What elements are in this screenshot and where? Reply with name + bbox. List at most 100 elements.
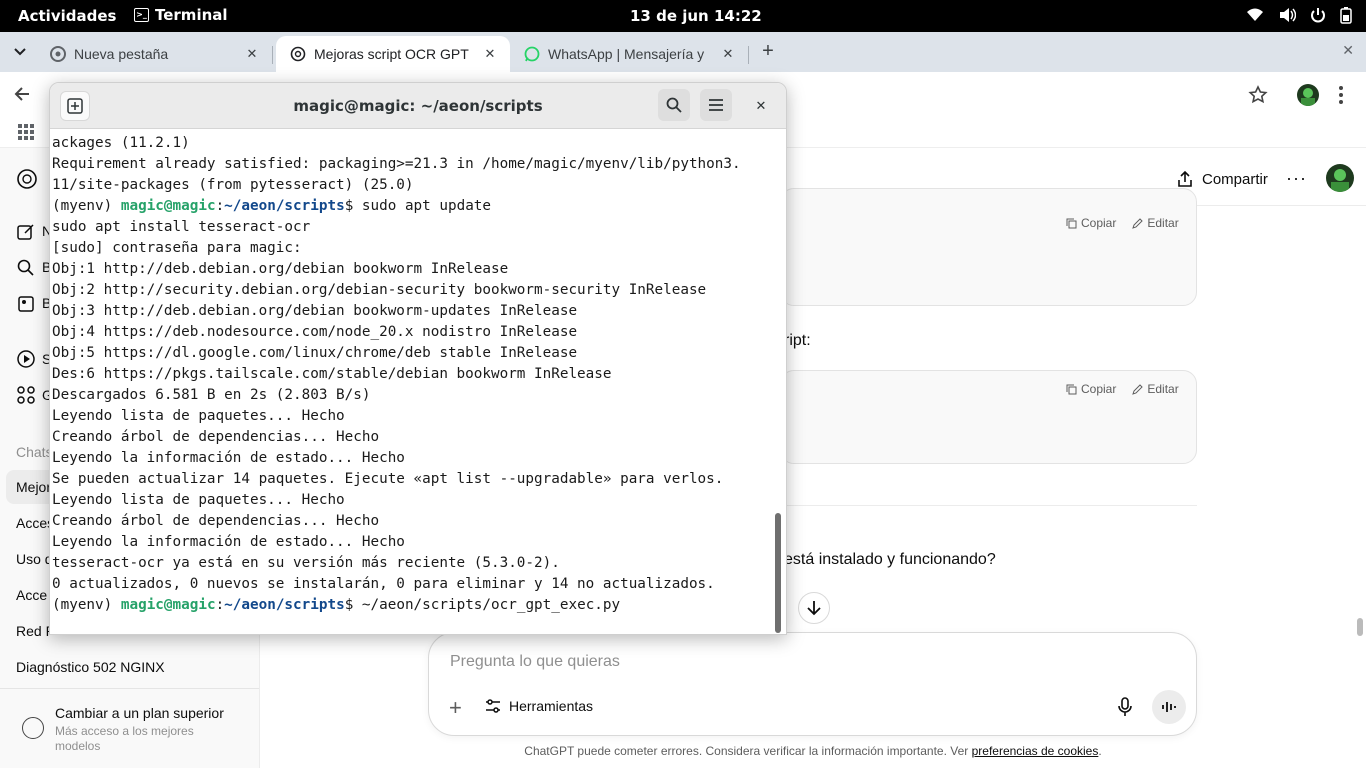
disclaimer-end: . bbox=[1098, 744, 1102, 758]
close-tab-icon[interactable]: ✕ bbox=[480, 46, 500, 62]
tools-button[interactable]: Herramientas bbox=[485, 698, 593, 714]
message-composer: Pregunta lo que quieras + Herramientas bbox=[428, 632, 1197, 736]
prompt-path: ~/aeon/scripts bbox=[224, 198, 345, 214]
page-scrollbar[interactable] bbox=[1357, 618, 1363, 636]
terminal-search-button[interactable] bbox=[658, 89, 690, 121]
app-name: Terminal bbox=[155, 6, 228, 24]
close-tab-icon[interactable]: ✕ bbox=[242, 46, 262, 62]
scroll-to-bottom-button[interactable] bbox=[798, 592, 830, 624]
terminal-line: ackages (11.2.1) bbox=[52, 135, 190, 151]
tab-whatsapp[interactable]: WhatsApp | Mensajería y ✕ bbox=[510, 36, 748, 72]
terminal-app-icon: >_ bbox=[134, 8, 149, 22]
prompt-cmd: $ ~/aeon/scripts/ocr_gpt_exec.py bbox=[344, 597, 621, 613]
terminal-menu-button[interactable] bbox=[700, 89, 732, 121]
code-block-actions: Copiar Editar bbox=[1066, 216, 1179, 230]
cookie-preferences-link[interactable]: preferencias de cookies bbox=[972, 744, 1099, 758]
new-chat-icon[interactable] bbox=[16, 222, 36, 242]
copy-button[interactable]: Copiar bbox=[1066, 382, 1116, 396]
activities-button[interactable]: Actividades bbox=[18, 7, 116, 25]
terminal-line: Obj:2 http://security.debian.org/debian-… bbox=[52, 282, 707, 298]
edit-button[interactable]: Editar bbox=[1132, 216, 1179, 230]
terminal-line: Obj:5 https://dl.google.com/linux/chrome… bbox=[52, 345, 578, 361]
more-options-button[interactable]: ··· bbox=[1286, 168, 1307, 189]
prompt-input[interactable]: Pregunta lo que quieras bbox=[450, 653, 620, 671]
edit-button[interactable]: Editar bbox=[1132, 382, 1179, 396]
upgrade-title: Cambiar a un plan superior bbox=[55, 705, 224, 721]
library-icon[interactable] bbox=[16, 294, 36, 314]
search-icon[interactable] bbox=[16, 258, 36, 278]
wifi-icon bbox=[1247, 8, 1263, 21]
new-tab-button[interactable]: + bbox=[758, 40, 778, 63]
openai-logo-icon[interactable] bbox=[16, 168, 38, 190]
prompt-env: (myenv) bbox=[52, 198, 121, 214]
terminal-line: Creando árbol de dependencias... Hecho bbox=[52, 513, 380, 529]
prompt-env: (myenv) bbox=[52, 597, 121, 613]
prompt-user: magic@magic bbox=[120, 597, 216, 613]
tab-label: Mejoras script OCR GPT bbox=[314, 46, 469, 62]
share-button[interactable]: Compartir bbox=[1176, 170, 1268, 188]
prompt-sep: : bbox=[215, 597, 225, 613]
hamburger-menu-icon bbox=[709, 99, 723, 111]
close-tab-icon[interactable]: ✕ bbox=[718, 46, 738, 62]
profile-avatar[interactable] bbox=[1297, 84, 1319, 106]
terminal-output[interactable]: ackages (11.2.1) Requirement already sati… bbox=[50, 130, 772, 634]
terminal-line: Se pueden actualizar 14 paquetes. Ejecut… bbox=[52, 471, 724, 487]
system-tray[interactable] bbox=[1246, 6, 1352, 24]
terminal-line: Leyendo lista de paquetes... Hecho bbox=[52, 492, 345, 508]
terminal-line: Des:6 https://pkgs.tailscale.com/stable/… bbox=[52, 366, 612, 382]
tab-chatgpt[interactable]: Mejoras script OCR GPT ✕ bbox=[276, 36, 510, 72]
chrome-icon bbox=[50, 46, 66, 62]
terminal-line: Creando árbol de dependencias... Hecho bbox=[52, 429, 380, 445]
voice-mode-button[interactable] bbox=[1152, 690, 1186, 724]
upgrade-plan-button[interactable]: Cambiar a un plan superior Más acceso a … bbox=[0, 688, 259, 768]
gpts-grid-icon[interactable] bbox=[16, 385, 36, 405]
tab-label: WhatsApp | Mensajería y bbox=[548, 46, 705, 62]
terminal-scrollbar[interactable] bbox=[775, 513, 781, 633]
disclaimer: ChatGPT puede cometer errores. Considera… bbox=[260, 744, 1366, 758]
upgrade-icon bbox=[22, 717, 44, 739]
terminal-line: Descargados 6.581 B en 2s (2.803 B/s) bbox=[52, 387, 371, 403]
whatsapp-icon bbox=[524, 46, 540, 62]
clock[interactable]: 13 de jun 14:22 bbox=[630, 7, 762, 25]
tab-label: Nueva pestaña bbox=[74, 46, 169, 62]
terminal-line: [sudo] contraseña para magic: bbox=[52, 240, 302, 256]
search-icon bbox=[666, 97, 682, 113]
terminal-line: Obj:3 http://deb.debian.org/debian bookw… bbox=[52, 303, 578, 319]
user-avatar[interactable] bbox=[1326, 164, 1354, 192]
prompt-cmd: $ sudo apt update bbox=[344, 198, 492, 214]
terminal-headerbar: magic@magic: ~/aeon/scripts ✕ bbox=[50, 83, 786, 129]
chat-item[interactable]: Diagnóstico 502 NGINX bbox=[6, 650, 246, 684]
terminal-close-button[interactable]: ✕ bbox=[750, 95, 772, 117]
copy-button[interactable]: Copiar bbox=[1066, 216, 1116, 230]
assistant-text-partial: ript: bbox=[784, 332, 811, 349]
message-divider bbox=[780, 505, 1197, 506]
window-close-button[interactable]: ✕ bbox=[1342, 42, 1354, 59]
terminal-line: Leyendo lista de paquetes... Hecho bbox=[52, 408, 345, 424]
volume-icon bbox=[1280, 8, 1296, 22]
terminal-line: Obj:1 http://deb.debian.org/debian bookw… bbox=[52, 261, 509, 277]
chats-heading: Chats bbox=[16, 444, 53, 460]
copy-label: Copiar bbox=[1081, 216, 1117, 230]
terminal-window: magic@magic: ~/aeon/scripts ✕ ackages (1… bbox=[49, 82, 787, 635]
app-menu[interactable]: >_ Terminal bbox=[134, 6, 228, 24]
microphone-icon[interactable] bbox=[1117, 697, 1133, 717]
play-circle-icon[interactable] bbox=[16, 349, 36, 369]
apps-grid-icon[interactable] bbox=[18, 124, 34, 140]
battery-icon bbox=[1340, 7, 1352, 24]
code-block bbox=[780, 188, 1197, 306]
sliders-icon bbox=[486, 699, 500, 713]
prompt-path: ~/aeon/scripts bbox=[224, 597, 345, 613]
prompt-user: magic@magic bbox=[120, 198, 216, 214]
attach-button[interactable]: + bbox=[449, 695, 462, 721]
terminal-line: Obj:4 https://deb.nodesource.com/node_20… bbox=[52, 324, 578, 340]
bookmark-star-icon[interactable] bbox=[1248, 85, 1268, 105]
terminal-line: sudo apt install tesseract-ocr bbox=[52, 219, 311, 235]
tab-new-tab[interactable]: Nueva pestaña ✕ bbox=[36, 36, 272, 72]
terminal-line: Leyendo la información de estado... Hech… bbox=[52, 534, 405, 550]
browser-menu-icon[interactable] bbox=[1338, 85, 1344, 105]
back-arrow-icon[interactable] bbox=[12, 84, 32, 104]
tab-search-button[interactable] bbox=[8, 40, 32, 64]
terminal-line: tesseract-ocr ya está en su versión más … bbox=[52, 555, 560, 571]
tab-separator bbox=[748, 46, 749, 64]
tab-separator bbox=[272, 46, 273, 64]
